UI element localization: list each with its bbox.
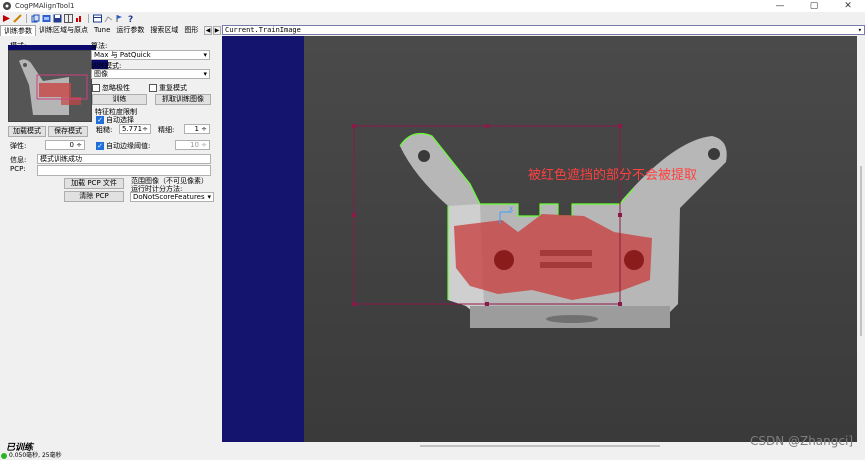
pattern-thumbnail[interactable] [8, 50, 92, 122]
image-icon[interactable] [42, 14, 51, 23]
image-display[interactable]: X 被红色遮挡的部分不会被提取 [222, 36, 857, 442]
tab-search-region[interactable]: 搜索区域 [147, 25, 181, 36]
roi-handle[interactable] [352, 124, 356, 128]
checkbox-box [92, 84, 100, 92]
scrollbar-thumb[interactable] [860, 166, 862, 336]
svg-text:?: ? [128, 15, 133, 23]
roi-handle[interactable] [485, 124, 489, 128]
status-ok-icon [1, 452, 7, 459]
auto-edge-threshold-label: 自动边缘阈值: [106, 142, 151, 150]
pattern-thumbnail-image [9, 51, 91, 121]
mask-hole-right [624, 250, 644, 270]
left-hole [418, 150, 430, 162]
image-source-select[interactable]: Current.TrainImage [222, 25, 865, 35]
tab-bar: 训练参数 训练区域与原点 Tune 运行参数 搜索区域 图形 [0, 25, 221, 36]
checkbox-checked-icon: ✓ [96, 116, 104, 124]
grid-icon[interactable] [64, 13, 73, 23]
info-label: 信息: [10, 156, 27, 164]
checkbox-box [149, 84, 157, 92]
mask-hole-left [494, 250, 514, 270]
load-pattern-button[interactable]: 加载模式 [8, 126, 46, 137]
disabled-chart-icon [104, 15, 113, 22]
slot-hole [546, 315, 598, 323]
roi-handle[interactable] [618, 302, 622, 306]
repeat-mode-checkbox[interactable]: 重复模式 [149, 83, 187, 93]
roi-handle[interactable] [485, 302, 489, 306]
load-pcp-button[interactable]: 加载 PCP 文件 [64, 178, 124, 189]
elasticity-input[interactable]: 0 [45, 140, 85, 150]
tab-train-region[interactable]: 训练区域与原点 [36, 25, 91, 36]
mask-ridge-2 [540, 262, 592, 268]
edge-threshold-input[interactable]: 10 [175, 140, 210, 150]
ignore-polarity-checkbox[interactable]: 忽略极性 [92, 83, 130, 93]
timing-text: 0.050毫秒, 25毫秒 [9, 452, 62, 459]
status-bar: 0.050毫秒, 25毫秒 [0, 451, 865, 460]
minimize-button[interactable]: — [763, 0, 797, 12]
app-icon [3, 2, 11, 10]
checkbox-checked-icon: ✓ [96, 142, 104, 150]
edit-icon[interactable] [13, 13, 22, 23]
coarse-label: 粗糙: [96, 126, 113, 134]
train-params-panel: 模式: 算法: Max 与 PatQuick 训练模式: 图像 忽略极性 重复模… [0, 37, 221, 437]
pcp-label: PCP: [10, 165, 26, 173]
tab-scroller: ◀ ▶ [204, 26, 221, 35]
run-icon[interactable] [2, 14, 11, 23]
tab-graphics[interactable]: 图形 [181, 25, 201, 36]
roi-handle[interactable] [618, 124, 622, 128]
clear-pcp-button[interactable]: 清除 PCP [64, 191, 124, 202]
vertical-scrollbar[interactable] [857, 36, 865, 442]
tab-train-params[interactable]: 训练参数 [0, 25, 36, 36]
runtime-method-select[interactable]: DoNotScoreFeatures [130, 192, 214, 202]
watermark-text: CSDN @Zhangci] [749, 434, 853, 448]
title-bar: CogPMAlignTool1 — ▢ ✕ [0, 0, 865, 12]
grab-train-image-button[interactable]: 抓取训练图像 [155, 94, 211, 105]
toolbar-separator [26, 13, 27, 23]
repeat-mode-label: 重复模式 [159, 84, 187, 92]
fine-input[interactable]: 1 [184, 124, 210, 134]
svg-text:X: X [509, 206, 513, 213]
scrollbar-thumb[interactable] [420, 445, 660, 447]
pcp-field[interactable] [37, 165, 211, 176]
window-title: CogPMAlignTool1 [15, 2, 75, 10]
toolbar-separator [88, 13, 89, 23]
mask-ridge-1 [540, 250, 592, 256]
right-hole [708, 148, 720, 160]
train-button[interactable]: 训练 [92, 94, 147, 105]
roi-handle[interactable] [352, 302, 356, 306]
table-icon[interactable] [93, 14, 102, 23]
ignore-polarity-label: 忽略极性 [102, 84, 130, 92]
chart-icon[interactable] [75, 14, 84, 23]
toolbar: ? [0, 12, 865, 24]
tab-run-params[interactable]: 运行参数 [113, 25, 147, 36]
fine-label: 精细: [158, 126, 175, 134]
info-display: 模式训练成功 [37, 154, 211, 164]
close-button[interactable]: ✕ [831, 0, 865, 12]
maximize-button[interactable]: ▢ [797, 0, 831, 12]
train-image-canvas: X [304, 36, 857, 442]
coarse-input[interactable]: 5.771 [119, 124, 151, 134]
roi-handle[interactable] [352, 213, 356, 217]
algorithm-select[interactable]: Max 与 PatQuick [91, 50, 210, 60]
annotation-text: 被红色遮挡的部分不会被提取 [528, 168, 698, 183]
save-icon[interactable] [53, 14, 62, 23]
pin-icon[interactable] [115, 14, 124, 23]
elasticity-label: 弹性: [10, 142, 27, 150]
save-pattern-button[interactable]: 保存模式 [48, 126, 88, 137]
auto-edge-threshold-checkbox[interactable]: ✓ 自动边缘阈值: [96, 141, 150, 151]
roi-handle[interactable] [618, 213, 622, 217]
tab-scroll-left-button[interactable]: ◀ [204, 26, 212, 35]
train-mode-select[interactable]: 图像 [91, 69, 210, 79]
tab-tune[interactable]: Tune [91, 25, 113, 36]
help-icon[interactable]: ? [126, 14, 135, 23]
copy-icon[interactable] [31, 14, 40, 23]
tab-scroll-right-button[interactable]: ▶ [213, 26, 221, 35]
